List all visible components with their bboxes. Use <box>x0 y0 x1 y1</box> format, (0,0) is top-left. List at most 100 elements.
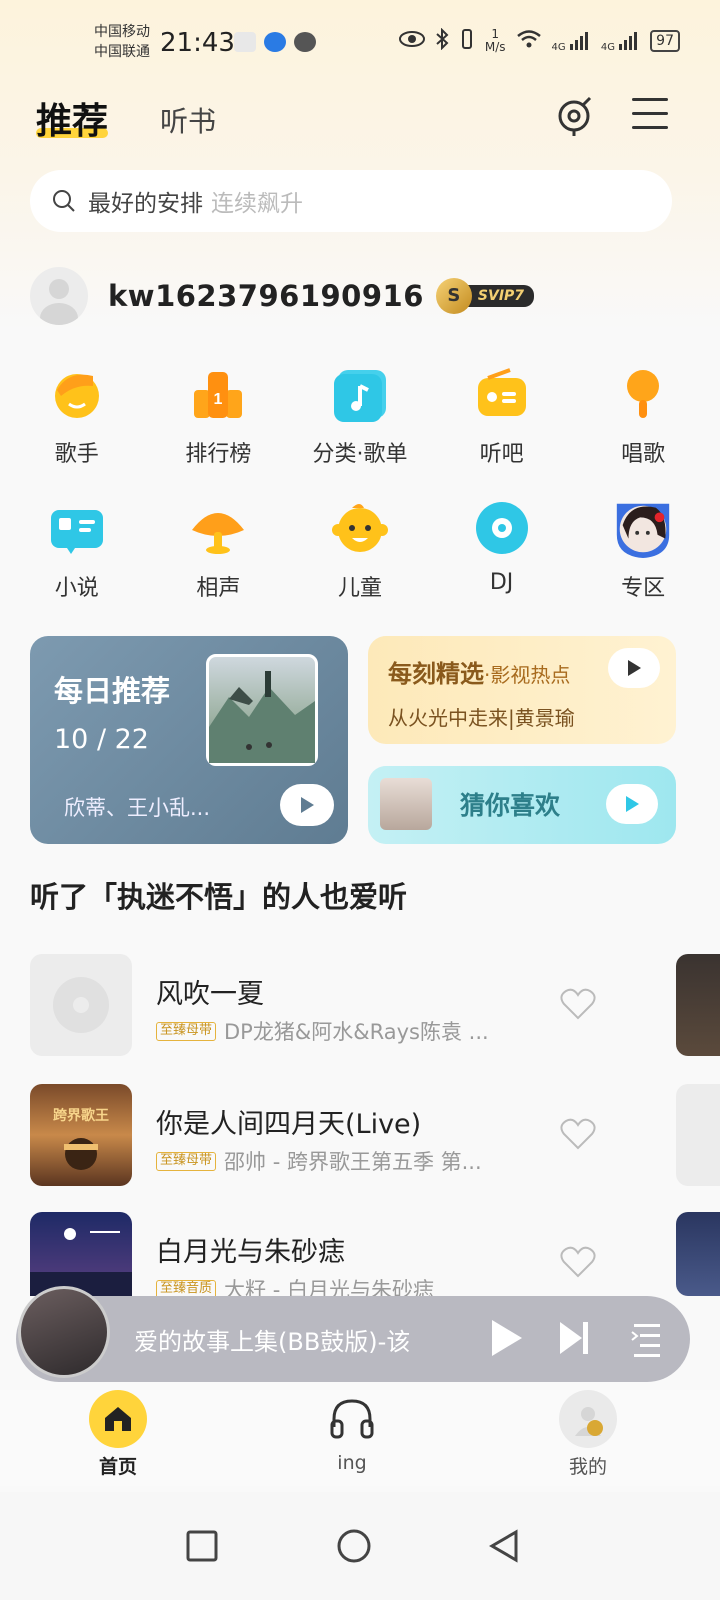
nav-ing[interactable]: ing <box>292 1390 412 1474</box>
book-icon <box>45 496 109 560</box>
tab-recommend[interactable]: 推荐 <box>36 92 109 144</box>
pick-title: 每刻精选·影视热点 <box>388 660 571 688</box>
song-meta: 至臻音质 大籽 - 白月光与朱砂痣 <box>156 1274 536 1296</box>
song-cover: 跨界歌王 <box>30 1084 132 1186</box>
guess-you-like-card[interactable]: 猜你喜欢 <box>368 766 676 844</box>
player-track-title[interactable]: 爱的故事上集(BB鼓版)-该 <box>134 1322 454 1357</box>
vip-badge[interactable]: S SVIP7 <box>435 278 535 314</box>
category-label: 唱歌 <box>621 442 666 467</box>
username[interactable]: kw1623796190916 <box>108 279 424 313</box>
headphones-icon <box>323 1390 381 1448</box>
category-label: 儿童 <box>337 576 382 601</box>
status-bar: 中国移动 中国联通 21:43 1 M/s 4G 4G 97 <box>0 0 720 80</box>
category-chart[interactable]: 1 排行榜 <box>158 362 278 496</box>
category-crosstalk[interactable]: 相声 <box>158 496 278 630</box>
mini-player[interactable]: 爱的故事上集(BB鼓版)-该 <box>16 1286 690 1382</box>
recent-apps-button[interactable] <box>184 1528 220 1564</box>
song-cover <box>30 1212 132 1296</box>
play-button[interactable] <box>486 1316 526 1360</box>
category-playlist[interactable]: 分类·歌单 <box>300 362 420 496</box>
bottom-navigation: 首页 ing 我的 <box>0 1390 720 1486</box>
next-card-thumbnail[interactable] <box>676 1084 720 1186</box>
category-radio[interactable]: 听吧 <box>442 362 562 496</box>
song-cover <box>30 954 132 1056</box>
daily-cover-image <box>206 654 318 766</box>
quality-badge: 至臻音质 <box>156 1279 217 1296</box>
square-icon <box>186 1530 218 1562</box>
song-row[interactable]: 跨界歌王 你是人间四月天(Live) 至臻母带 邵帅 - 跨界歌王第五季 第..… <box>30 1084 720 1186</box>
menu-line <box>632 98 668 101</box>
category-dj[interactable]: DJ <box>442 496 562 630</box>
category-row: 歌手 1 排行榜 分类·歌单 听吧 唱歌 <box>0 362 720 496</box>
playlist-icon <box>328 362 392 426</box>
chart-icon: 1 <box>186 362 250 426</box>
vip-level-label: SVIP7 <box>461 285 535 307</box>
nav-label: 我的 <box>568 1456 607 1478</box>
eye-icon <box>398 30 425 52</box>
system-navigation-bar <box>0 1492 720 1600</box>
microphone-icon <box>611 362 675 426</box>
play-icon <box>628 660 641 676</box>
song-row[interactable]: 白月光与朱砂痣 至臻音质 大籽 - 白月光与朱砂痣 <box>30 1212 720 1296</box>
daily-title: 每日推荐 <box>54 674 171 708</box>
listen-recognize-button[interactable] <box>556 94 600 138</box>
guess-play-button[interactable] <box>606 784 658 824</box>
tab-audiobook[interactable]: 听书 <box>160 100 216 140</box>
search-icon <box>52 189 76 213</box>
next-track-button[interactable] <box>556 1318 592 1358</box>
top-header: 推荐 听书 <box>0 92 720 152</box>
carrier-info: 中国移动 中国联通 <box>94 22 150 62</box>
profile-avatar-icon <box>559 1390 617 1448</box>
song-title: 风吹一夏 <box>156 979 264 1010</box>
daily-pick-card[interactable]: 每刻精选·影视热点 从火光中走来|黄景瑜 <box>368 636 676 744</box>
daily-artists: 欣蒂、王小乱... <box>64 796 211 820</box>
nav-label: 首页 <box>98 1456 137 1478</box>
category-row: 小说 相声 儿童 DJ 专区 <box>0 496 720 630</box>
category-label: 歌手 <box>54 442 99 467</box>
category-novel[interactable]: 小说 <box>17 496 137 630</box>
nav-mine[interactable]: 我的 <box>528 1390 648 1479</box>
menu-button[interactable] <box>632 98 668 134</box>
chart-icon-digit: 1 <box>214 391 223 408</box>
category-label: 专区 <box>621 576 666 601</box>
notification-icon <box>234 32 256 52</box>
back-button[interactable] <box>486 1528 522 1564</box>
search-placeholder-main: 最好的安排 <box>88 191 203 217</box>
player-cover[interactable] <box>18 1286 110 1378</box>
net-speed: 1 M/s <box>484 27 506 54</box>
carrier-2: 中国联通 <box>94 44 150 60</box>
category-zone[interactable]: 专区 <box>583 496 703 630</box>
heart-icon[interactable] <box>560 1246 596 1278</box>
search-bar[interactable]: 最好的安排 连续飙升 <box>30 170 672 232</box>
song-artist: DP龙猪&阿水&Rays陈袁 ... <box>224 1020 489 1044</box>
menu-line <box>632 112 668 115</box>
playlist-button[interactable] <box>628 1318 664 1358</box>
heart-icon[interactable] <box>560 988 596 1020</box>
home-system-button[interactable] <box>336 1528 372 1564</box>
category-singer[interactable]: 歌手 <box>17 362 137 496</box>
user-profile-row[interactable]: kw1623796190916 S SVIP7 <box>30 266 535 326</box>
avatar-icon <box>611 496 675 560</box>
daily-play-button[interactable] <box>280 784 334 826</box>
avatar[interactable] <box>30 267 88 325</box>
pick-play-button[interactable] <box>608 648 660 688</box>
bluetooth-icon <box>435 27 449 54</box>
song-title: 你是人间四月天(Live) <box>156 1109 422 1140</box>
category-sing[interactable]: 唱歌 <box>583 362 703 496</box>
category-label: 相声 <box>196 576 241 601</box>
disc-icon <box>470 496 534 560</box>
daily-recommend-card[interactable]: 每日推荐 10 / 22 欣蒂、王小乱... <box>30 636 348 844</box>
song-artist: 大籽 - 白月光与朱砂痣 <box>224 1278 434 1296</box>
status-time: 21:43 <box>160 28 235 58</box>
daily-date: 10 / 22 <box>54 724 149 755</box>
heart-icon[interactable] <box>560 1118 596 1150</box>
song-row[interactable]: 风吹一夏 至臻母带 DP龙猪&阿水&Rays陈袁 ... <box>30 954 720 1056</box>
playlist-queue-icon <box>631 1324 660 1357</box>
next-card-thumbnail[interactable] <box>676 1212 720 1296</box>
category-kids[interactable]: 儿童 <box>300 496 420 630</box>
svg-text:跨界歌王: 跨界歌王 <box>53 1107 109 1124</box>
category-label: 排行榜 <box>185 442 252 467</box>
nav-home[interactable]: 首页 <box>58 1390 178 1479</box>
category-label: 分类·歌单 <box>312 442 408 467</box>
next-card-thumbnail[interactable] <box>676 954 720 1056</box>
